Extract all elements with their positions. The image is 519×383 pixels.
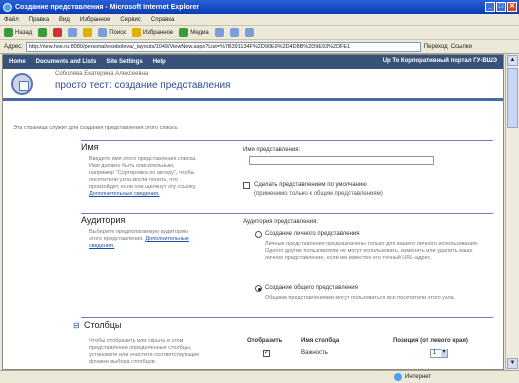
menu-view[interactable]: Вид xyxy=(59,17,70,23)
back-button[interactable]: Назад xyxy=(4,28,32,37)
name-description: Введите имя этого представления списка. … xyxy=(89,156,197,197)
column-display-checkbox[interactable]: ✓ xyxy=(263,350,270,357)
menu-bar: Файл Правка Вид Избранное Сервис Справка xyxy=(0,14,519,26)
links-button[interactable]: Ссылки xyxy=(451,44,472,50)
status-bar: Интернет xyxy=(0,370,519,383)
section-name-heading: Имя xyxy=(81,142,99,152)
public-view-label: Создание общего представления xyxy=(265,285,358,291)
view-name-input[interactable] xyxy=(249,156,434,165)
mail-icon[interactable] xyxy=(229,28,239,37)
scroll-up-icon[interactable]: ▲ xyxy=(507,55,518,66)
page-content: Home Documents and Lists Site Settings H… xyxy=(2,54,504,370)
intro-text: Эта страница служит для создания предста… xyxy=(13,125,179,131)
menu-favorites[interactable]: Избранное xyxy=(80,17,110,23)
forward-arrow-icon[interactable] xyxy=(38,28,48,37)
menu-edit[interactable]: Правка xyxy=(29,17,49,23)
address-bar: Адрес: http://new.hse.ru:8080/personal/e… xyxy=(0,40,519,54)
nav-site-settings[interactable]: Site Settings xyxy=(106,59,142,65)
view-name-label: Имя представления: xyxy=(243,147,301,153)
menu-tools[interactable]: Сервис xyxy=(120,17,141,23)
sharepoint-nav: Home Documents and Lists Site Settings H… xyxy=(3,55,503,69)
print-icon[interactable] xyxy=(244,28,254,37)
ie-logo-icon xyxy=(3,2,12,12)
section-divider xyxy=(81,317,493,318)
back-arrow-icon xyxy=(4,28,13,37)
audience-label: Аудитория представления: xyxy=(243,219,318,225)
nav-up-link[interactable]: Up To Корпоративный портал ГУ-ВШЭ xyxy=(383,58,497,64)
status-zone: Интернет xyxy=(405,374,432,380)
star-icon xyxy=(131,28,141,37)
col-position-header: Позиция (от левого края) xyxy=(393,338,468,344)
address-label: Адрес: xyxy=(4,43,23,50)
default-view-label: Сделать представлением по умолчанию xyxy=(254,182,367,188)
section-divider xyxy=(81,213,493,214)
history-icon[interactable] xyxy=(214,28,224,37)
window-title: Создание представления - Microsoft Inter… xyxy=(15,3,200,11)
default-view-checkbox[interactable] xyxy=(243,182,250,189)
scroll-down-icon[interactable]: ▼ xyxy=(507,358,518,369)
personal-view-label: Создание личного представления xyxy=(265,231,360,237)
menu-help[interactable]: Справка xyxy=(151,17,175,23)
columns-description: Чтобы отобразить или скрыть в этом предс… xyxy=(89,338,200,365)
site-logo-icon xyxy=(11,73,33,95)
search-icon xyxy=(98,28,108,37)
collapse-columns-icon[interactable]: ⊟ xyxy=(73,321,80,330)
minimize-button[interactable]: _ xyxy=(485,2,495,12)
site-name[interactable]: Соболева Екатерина Алексеевна xyxy=(55,71,148,77)
favorites-button[interactable]: Избранное xyxy=(131,28,173,37)
close-button[interactable]: ✕ xyxy=(507,2,517,12)
name-more-link[interactable]: Дополнительные сведения. xyxy=(89,191,160,197)
media-icon xyxy=(179,28,189,37)
page-title: просто тест: создание представления xyxy=(55,80,231,91)
stop-icon[interactable] xyxy=(53,28,63,37)
vertical-scrollbar[interactable]: ▲ ▼ xyxy=(505,54,519,370)
audience-description: Выберите предполагаемую аудиторию этого … xyxy=(89,229,189,249)
section-columns-heading: Столбцы xyxy=(84,320,122,330)
public-view-radio[interactable] xyxy=(255,285,262,292)
col-name-header: Имя столбца xyxy=(301,338,340,344)
scroll-thumb[interactable] xyxy=(507,68,518,128)
personal-view-note: Личные представления предназначены тольк… xyxy=(265,241,479,261)
toolbar: Назад Поиск Избранное Медиа xyxy=(0,26,519,40)
nav-documents-lists[interactable]: Documents and Lists xyxy=(36,59,97,65)
media-button[interactable]: Медиа xyxy=(179,28,209,37)
go-button[interactable]: Переход xyxy=(424,44,448,50)
column-name: Важность xyxy=(301,350,328,356)
default-view-note: (применимо только к общим представлениям… xyxy=(254,191,383,197)
page-header: Соболева Екатерина Алексеевна просто тес… xyxy=(3,69,503,101)
nav-home[interactable]: Home xyxy=(9,59,26,65)
refresh-icon[interactable] xyxy=(68,28,78,37)
home-icon[interactable] xyxy=(83,28,93,37)
search-button[interactable]: Поиск xyxy=(98,28,126,37)
menu-file[interactable]: Файл xyxy=(4,17,19,23)
section-audience-heading: Аудитория xyxy=(81,215,126,225)
internet-zone-icon xyxy=(394,373,402,381)
section-divider xyxy=(81,140,493,141)
column-position-select[interactable]: 1 xyxy=(430,349,448,358)
window-titlebar: Создание представления - Microsoft Inter… xyxy=(0,0,519,14)
public-view-note: Общими представлениями могут пользоватьс… xyxy=(265,295,456,301)
personal-view-radio[interactable] xyxy=(255,231,262,238)
maximize-button[interactable]: □ xyxy=(496,2,506,12)
nav-help[interactable]: Help xyxy=(153,59,166,65)
address-input[interactable]: http://new.hse.ru:8080/personal/esobolev… xyxy=(25,41,421,52)
col-display-header: Отобразить xyxy=(247,338,283,344)
